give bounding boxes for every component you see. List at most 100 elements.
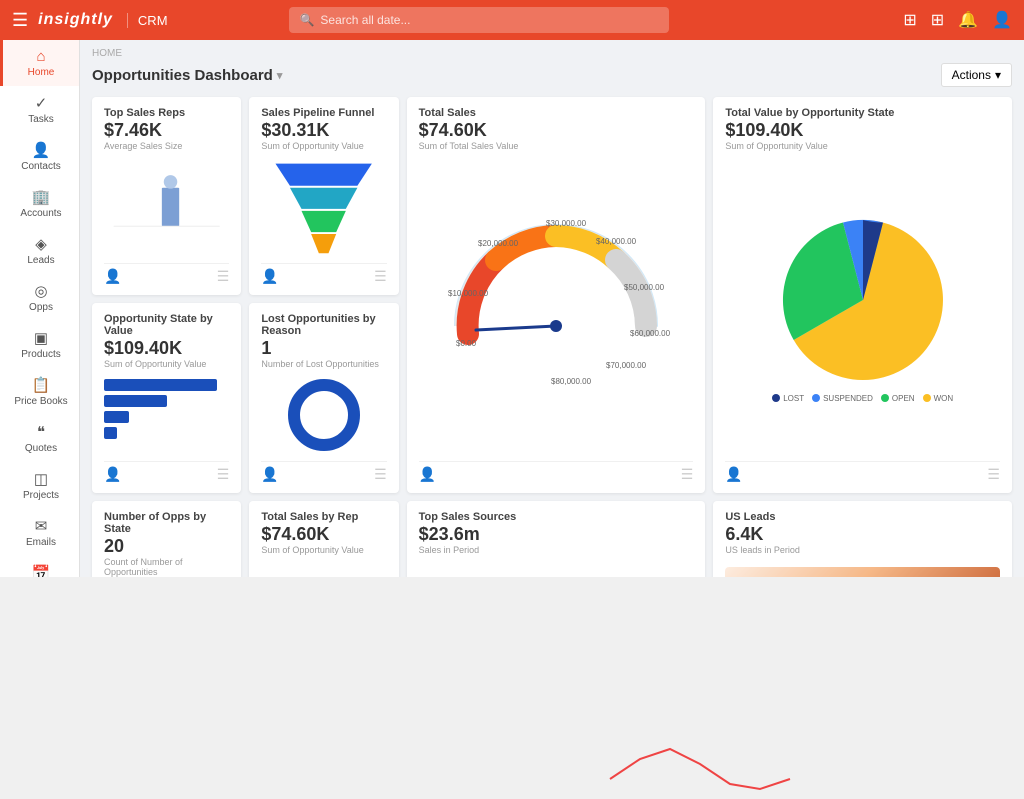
donut-chart: [261, 375, 386, 455]
svg-text:$50,000.00: $50,000.00: [624, 283, 665, 292]
svg-text:$40,000.00: $40,000.00: [596, 237, 637, 246]
widget-title: Sales Pipeline Funnel: [261, 107, 386, 119]
bar-row: [104, 427, 229, 439]
chevron-down-icon[interactable]: ▾: [277, 69, 283, 82]
widget-subtitle: Sum of Opportunity Value: [104, 359, 229, 369]
notification-icon[interactable]: 🔔: [958, 10, 978, 30]
widget-subtitle: Number of Lost Opportunities: [261, 359, 386, 369]
sidebar-item-opps[interactable]: ◎ Opps: [0, 274, 79, 321]
menu-icon[interactable]: ☰: [217, 268, 230, 285]
pie-svg: [476, 572, 566, 577]
sidebar-item-home[interactable]: ⌂ Home: [0, 40, 79, 86]
person-icon: 👤: [725, 466, 742, 483]
menu-icon[interactable]: ☰: [681, 466, 694, 483]
sidebar-label-products: Products: [21, 349, 60, 360]
person-icon: 👤: [261, 268, 278, 285]
widget-value: $23.6m: [419, 524, 694, 545]
pie-svg: [773, 210, 953, 390]
funnel-svg: [261, 157, 386, 257]
widget-total-sales: Total Sales $74.60K Sum of Total Sales V…: [407, 97, 706, 493]
pie-chart: United States India China Australia: [419, 561, 694, 577]
legend-suspended: SUSPENDED: [812, 394, 873, 403]
sidebar-item-contacts[interactable]: 👤 Contacts: [0, 133, 79, 180]
sidebar-label-tasks: Tasks: [28, 114, 54, 125]
widget-footer: 👤 ☰: [261, 263, 386, 285]
svg-text:$80,000.00: $80,000.00: [551, 377, 592, 386]
map-chart: [725, 561, 1000, 577]
sidebar-item-calendar[interactable]: 📅 Calendar: [0, 556, 79, 577]
sidebar-label-projects: Projects: [23, 490, 59, 501]
menu-icon[interactable]: ☰: [374, 268, 387, 285]
chart-area: [104, 157, 229, 257]
sidebar-label-emails: Emails: [26, 537, 56, 548]
sidebar-label-quotes: Quotes: [25, 443, 57, 454]
topnav: ☰ insightly CRM 🔍 ⊞ ⊞ 🔔 👤: [0, 0, 1024, 40]
bar-fill: [104, 379, 217, 391]
bar-fill: [104, 427, 117, 439]
widget-subtitle: Average Sales Size: [104, 141, 229, 151]
sidebar-item-products[interactable]: ▣ Products: [0, 321, 79, 368]
gauge-svg: $0.00 $10,000.00 $20,000.00 $30,000.00 $…: [426, 196, 686, 416]
bar-chart-svg: [261, 565, 386, 577]
hamburger-icon[interactable]: ☰: [12, 10, 28, 31]
widget-footer: 👤 ☰: [419, 461, 694, 483]
sidebar-label-leads: Leads: [27, 255, 54, 266]
widget-value: $109.40K: [104, 338, 229, 359]
person-icon: 👤: [104, 268, 121, 285]
sidebar-label-pricebooks: Price Books: [14, 396, 67, 407]
person-icon: 👤: [261, 466, 278, 483]
widget-title: Total Sales by Rep: [261, 511, 386, 523]
pricebooks-icon: 📋: [32, 376, 51, 394]
sidebar-item-accounts[interactable]: 🏢 Accounts: [0, 180, 79, 227]
legend-lost: LOST: [772, 394, 804, 403]
sidebar-item-quotes[interactable]: ❝ Quotes: [0, 415, 79, 462]
dashboard-grid: Top Sales Reps $7.46K Average Sales Size…: [92, 97, 1012, 577]
sidebar-item-projects[interactable]: ◫ Projects: [0, 462, 79, 509]
bar-row: [104, 411, 229, 423]
add-icon[interactable]: ⊞: [903, 10, 916, 30]
person-icon: 👤: [419, 466, 436, 483]
menu-icon[interactable]: ☰: [217, 466, 230, 483]
svg-text:$0.00: $0.00: [456, 339, 477, 348]
menu-icon[interactable]: ☰: [374, 466, 387, 483]
widget-us-leads: US Leads 6.4K US leads in Period: [713, 501, 1012, 577]
person-icon: 👤: [104, 466, 121, 483]
widget-title: Top Sales Reps: [104, 107, 229, 119]
grid-icon[interactable]: ⊞: [931, 10, 944, 30]
widget-value: 20: [104, 536, 229, 557]
sidebar-item-pricebooks[interactable]: 📋 Price Books: [0, 368, 79, 415]
chart-legend: LOST SUSPENDED OPEN WON: [772, 394, 953, 403]
widget-sales-pipeline: Sales Pipeline Funnel $30.31K Sum of Opp…: [249, 97, 398, 295]
legend-won: WON: [923, 394, 954, 403]
emails-icon: ✉: [35, 517, 48, 535]
search-input[interactable]: [320, 13, 659, 27]
widget-title: Lost Opportunities by Reason: [261, 313, 386, 337]
widget-value: $74.60K: [261, 524, 386, 545]
us-map: [725, 567, 1000, 577]
actions-button[interactable]: Actions ▾: [941, 63, 1012, 87]
widget-footer: 👤 ☰: [104, 461, 229, 483]
widget-value: $74.60K: [419, 120, 694, 141]
products-icon: ▣: [34, 329, 48, 347]
widget-top-sources: Top Sales Sources $23.6m Sales in Period: [407, 501, 706, 577]
sidebar-item-leads[interactable]: ◈ Leads: [0, 227, 79, 274]
widget-subtitle: US leads in Period: [725, 545, 1000, 555]
user-icon[interactable]: 👤: [992, 10, 1012, 30]
home-icon: ⌂: [36, 48, 45, 65]
main-layout: ⌂ Home ✓ Tasks 👤 Contacts 🏢 Accounts ◈ L…: [0, 40, 1024, 577]
page-title: Opportunities Dashboard ▾: [92, 67, 282, 84]
contacts-icon: 👤: [32, 141, 51, 159]
sidebar-item-tasks[interactable]: ✓ Tasks: [0, 86, 79, 133]
svg-text:$20,000.00: $20,000.00: [478, 239, 519, 248]
bar-chart: [104, 379, 229, 439]
menu-icon[interactable]: ☰: [987, 466, 1000, 483]
breadcrumb: HOME: [92, 48, 1012, 59]
widget-total-value-opp-state: Total Value by Opportunity State $109.40…: [713, 97, 1012, 493]
page-header: Opportunities Dashboard ▾ Actions ▾: [92, 63, 1012, 87]
widget-subtitle: Count of Number of Opportunities: [104, 557, 229, 577]
widget-title: Total Sales: [419, 107, 694, 119]
bar-row: [104, 379, 229, 391]
search-bar[interactable]: 🔍: [289, 7, 669, 33]
sidebar-item-emails[interactable]: ✉ Emails: [0, 509, 79, 556]
gauge-chart: $0.00 $10,000.00 $20,000.00 $30,000.00 $…: [419, 157, 694, 455]
